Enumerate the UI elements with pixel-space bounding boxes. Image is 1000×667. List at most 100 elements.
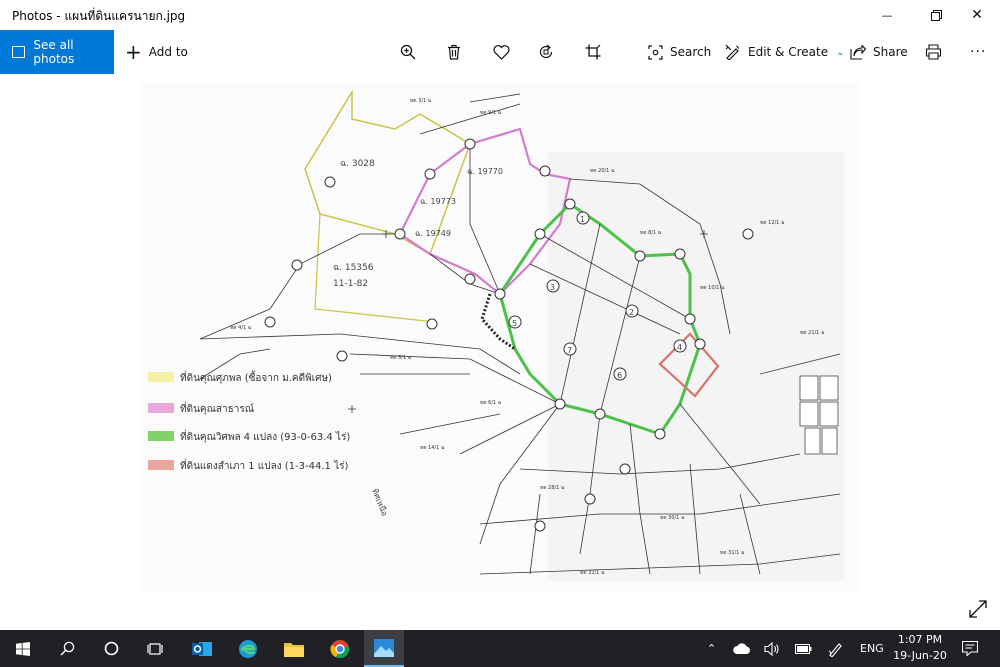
more-icon: ··· — [970, 44, 987, 60]
svg-text:ทต 5/1 ฉ: ทต 5/1 ฉ — [390, 355, 412, 361]
map-label-plot-7: 7 — [567, 346, 572, 355]
window-title: Photos - แผนที่ดินแครนายก.jpg — [12, 9, 186, 23]
chevron-down-icon: ⌄ — [836, 46, 845, 58]
title-bar: Photos - แผนที่ดินแครนายก.jpg — ✕ — [0, 0, 1000, 30]
toolbar: See all photos + Add to Search Edit & Cr… — [0, 30, 1000, 74]
edit-icon — [725, 44, 740, 60]
svg-text:ทต 30/1 ฉ: ทต 30/1 ฉ — [660, 515, 685, 521]
search-label: Search — [670, 45, 712, 59]
map-label-plot-4: 4 — [677, 343, 682, 352]
share-label: Share — [873, 45, 908, 59]
search-icon — [60, 641, 74, 656]
zoom-button[interactable] — [400, 30, 416, 74]
map-label-plot-5: 5 — [512, 319, 517, 328]
svg-text:ทต 10/1 ฉ: ทต 10/1 ฉ — [700, 285, 725, 291]
svg-text:ทต 6/1 ฉ: ทต 6/1 ฉ — [480, 400, 502, 406]
plus-icon: + — [125, 40, 142, 64]
printer-icon — [925, 44, 942, 60]
trash-icon — [448, 44, 460, 60]
svg-text:ทต 4/1 ฉ: ทต 4/1 ฉ — [230, 325, 252, 331]
volume-button[interactable] — [764, 630, 780, 667]
restore-button[interactable] — [913, 0, 959, 30]
rotate-button[interactable] — [538, 30, 554, 74]
crop-button[interactable] — [585, 30, 601, 74]
minimize-icon: — — [881, 8, 893, 22]
land-map-photo[interactable]: ทต 3/1 ฉทต 9/1 ฉทต 20/1 ฉ ทต 8/1 ฉทต 10/… — [0, 74, 1000, 630]
language-label: ENG — [860, 642, 884, 655]
map-label-chanot-19773: ฉ. 19773 — [420, 197, 456, 206]
close-icon: ✕ — [971, 7, 983, 23]
battery-status[interactable] — [795, 630, 812, 667]
delete-button[interactable] — [446, 30, 462, 74]
system-clock[interactable]: 1:07 PM 19-Jun-20 — [891, 632, 949, 664]
legend-swatch-yellow — [148, 372, 174, 382]
map-label-chanot-19770: ฉ. 19770 — [467, 167, 503, 176]
more-options-button[interactable]: ··· — [970, 30, 986, 74]
svg-text:ทต 3/1 ฉ: ทต 3/1 ฉ — [410, 98, 432, 104]
rotate-icon — [539, 44, 553, 59]
task-view-button[interactable] — [138, 630, 172, 667]
minimize-button[interactable]: — — [864, 0, 910, 30]
map-label-chanot-3028: ฉ. 3028 — [340, 159, 375, 169]
photos-app-button[interactable] — [364, 630, 404, 667]
show-hidden-icons-button[interactable]: ⌃ — [707, 630, 716, 667]
fullscreen-expand-icon[interactable] — [968, 599, 988, 619]
map-label-plot-2: 2 — [629, 308, 634, 317]
outlook-app-button[interactable] — [184, 630, 220, 667]
svg-text:ทต 9/1 ฉ: ทต 9/1 ฉ — [480, 110, 502, 116]
legend-text-pink: ที่ดินคุณสาธารณ์ — [180, 401, 254, 415]
onedrive-status[interactable] — [733, 630, 751, 667]
legend-swatch-green — [148, 431, 174, 441]
pen-workspace-button[interactable] — [828, 630, 842, 667]
see-all-photos-button[interactable]: See all photos — [0, 30, 114, 74]
taskbar: ⌃ ENG 1:07 PM 19-Jun-20 — [0, 630, 1000, 667]
photos-icon — [374, 638, 394, 657]
search-icon — [648, 44, 663, 60]
volume-icon — [764, 641, 779, 656]
cortana-button[interactable] — [94, 630, 128, 667]
edit-create-button[interactable]: Edit & Create ⌄ — [725, 30, 845, 74]
see-all-photos-label: See all photos — [33, 38, 75, 66]
svg-text:ทต 28/1 ฉ: ทต 28/1 ฉ — [540, 485, 565, 491]
svg-text:ทต 31/1 ฉ: ทต 31/1 ฉ — [720, 550, 745, 556]
battery-icon — [795, 643, 812, 654]
chrome-app-button[interactable] — [322, 630, 358, 667]
share-button[interactable]: Share — [850, 30, 908, 74]
pen-icon — [828, 642, 842, 657]
start-button[interactable] — [6, 630, 40, 667]
outlook-icon — [192, 641, 212, 656]
legend-text-red: ที่ดินแดงสำเภา 1 แปลง (1-3-44.1 ไร่) — [180, 458, 348, 472]
legend-swatch-pink — [148, 403, 174, 413]
cortana-icon — [104, 641, 118, 656]
photo-icon — [12, 46, 26, 58]
svg-text:ทต 14/1 ฉ: ทต 14/1 ฉ — [420, 445, 445, 451]
folder-icon — [284, 642, 304, 657]
windows-logo-icon — [16, 641, 30, 656]
input-language-indicator[interactable]: ENG — [860, 630, 884, 667]
map-label-plot-3: 3 — [550, 283, 555, 292]
favorite-button[interactable] — [493, 30, 510, 74]
chrome-icon — [330, 639, 350, 658]
restore-icon — [930, 9, 942, 21]
legend-swatch-red — [148, 460, 174, 470]
search-button[interactable]: Search — [648, 30, 711, 74]
map-label-area-11-1-82: 11-1-82 — [333, 279, 368, 289]
edge-app-button[interactable] — [230, 630, 266, 667]
notification-icon — [962, 641, 978, 656]
task-view-icon — [147, 642, 163, 655]
edit-create-label: Edit & Create — [748, 45, 829, 59]
photo-viewer: ทต 3/1 ฉทต 9/1 ฉทต 20/1 ฉ ทต 8/1 ฉทต 10/… — [0, 74, 1000, 630]
svg-text:ทต 21/1 ฉ: ทต 21/1 ฉ — [800, 330, 825, 336]
legend-text-yellow: ที่ดินคุณศุภพล (ซื้อจาก ม.คดีพิเศษ) — [180, 370, 332, 384]
action-center-button[interactable] — [962, 630, 978, 667]
clock-date: 19-Jun-20 — [893, 649, 947, 662]
add-to-label: Add to — [148, 45, 188, 59]
share-icon — [850, 44, 866, 60]
close-button[interactable]: ✕ — [954, 0, 1000, 30]
print-button[interactable] — [925, 30, 942, 74]
svg-text:ทต 32/1 ฉ: ทต 32/1 ฉ — [580, 570, 605, 576]
taskbar-search-button[interactable] — [50, 630, 84, 667]
map-label-plot-6: 6 — [617, 371, 622, 380]
add-to-button[interactable]: + Add to — [125, 30, 188, 74]
file-explorer-button[interactable] — [276, 630, 312, 667]
